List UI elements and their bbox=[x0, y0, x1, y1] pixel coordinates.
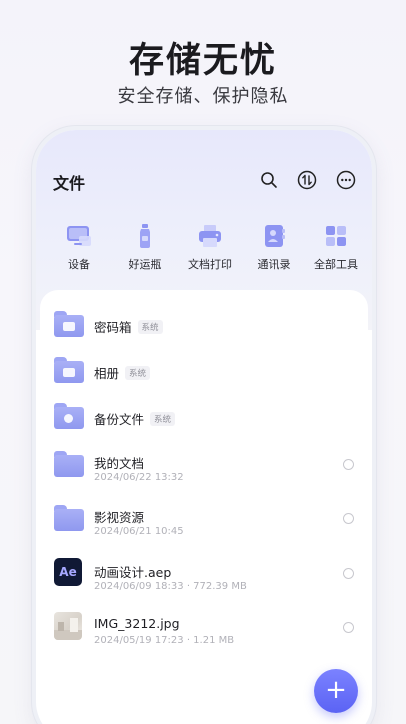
file-list: 密码箱 系统 相册 系统 备份文件 系统 我的文档 2024/06/22 13:32 … bbox=[40, 290, 368, 724]
tool-device[interactable]: 设备 bbox=[47, 222, 111, 272]
file-name: 密码箱 bbox=[94, 320, 132, 335]
tool-contacts[interactable]: 通讯录 bbox=[242, 222, 306, 272]
file-name: 动画设计.aep bbox=[94, 565, 172, 580]
file-name: 相册 bbox=[94, 366, 120, 381]
after-effects-file-icon: Ae bbox=[54, 558, 82, 586]
transfer-icon[interactable] bbox=[296, 169, 318, 191]
list-item[interactable]: 相册 系统 bbox=[54, 357, 354, 401]
list-item[interactable]: 备份文件 系统 bbox=[54, 403, 354, 447]
list-item[interactable]: 密码箱 系统 bbox=[54, 311, 354, 355]
folder-backup-icon bbox=[54, 403, 84, 429]
device-icon bbox=[65, 222, 93, 250]
contacts-icon bbox=[260, 222, 288, 250]
folder-icon bbox=[54, 505, 84, 531]
select-radio[interactable] bbox=[343, 622, 354, 633]
folder-photo-icon bbox=[54, 357, 84, 383]
file-meta: 2024/06/22 13:32 bbox=[94, 472, 184, 483]
tool-print[interactable]: 文档打印 bbox=[178, 222, 242, 272]
tool-label: 全部工具 bbox=[314, 258, 358, 271]
list-item[interactable]: 影视资源 2024/06/21 10:45 bbox=[54, 503, 354, 547]
tool-label: 通讯录 bbox=[257, 258, 291, 271]
select-radio[interactable] bbox=[343, 513, 354, 524]
system-badge: 系统 bbox=[150, 412, 176, 426]
select-radio[interactable] bbox=[343, 459, 354, 470]
system-badge: 系统 bbox=[125, 366, 151, 380]
select-radio[interactable] bbox=[343, 568, 354, 579]
tool-label: 文档打印 bbox=[188, 258, 232, 271]
printer-icon bbox=[196, 222, 224, 250]
bottle-icon bbox=[131, 222, 159, 250]
tool-label: 设备 bbox=[68, 258, 90, 271]
file-name: 影视资源 bbox=[94, 510, 145, 525]
add-button[interactable]: + bbox=[314, 669, 358, 713]
list-item[interactable]: Ae 动画设计.aep 2024/06/09 18:33 · 772.39 MB bbox=[54, 558, 354, 602]
more-icon[interactable] bbox=[335, 169, 357, 191]
hero-subtitle: 安全存储、保护隐私 bbox=[117, 86, 289, 107]
image-thumbnail-icon bbox=[54, 612, 82, 640]
search-icon[interactable] bbox=[258, 169, 280, 191]
tool-all[interactable]: 全部工具 bbox=[304, 222, 368, 272]
file-meta: 2024/06/09 18:33 · 772.39 MB bbox=[94, 581, 247, 592]
tools-row: 设备 好运瓶 文档打印 通讯录 全部工具 bbox=[36, 222, 372, 282]
file-meta: 2024/05/19 17:23 · 1.21 MB bbox=[94, 635, 235, 646]
tool-bottle[interactable]: 好运瓶 bbox=[113, 222, 177, 272]
list-item[interactable]: 我的文档 2024/06/22 13:32 bbox=[54, 449, 354, 493]
file-name: 我的文档 bbox=[94, 456, 145, 471]
file-meta: 2024/06/21 10:45 bbox=[94, 526, 184, 537]
system-badge: 系统 bbox=[137, 320, 163, 334]
hero-title: 存储无忧 bbox=[128, 41, 277, 81]
folder-icon bbox=[54, 451, 84, 477]
all-tools-icon bbox=[322, 222, 350, 250]
file-name: 备份文件 bbox=[94, 412, 145, 427]
folder-lock-icon bbox=[54, 311, 84, 337]
file-name: IMG_3212.jpg bbox=[94, 616, 180, 631]
page-title: 文件 bbox=[53, 174, 86, 193]
phone-frame: 文件 设备 好运瓶 文档打印 通讯录 全部工具 密码箱 系统 相册 系统 备份文… bbox=[32, 126, 376, 724]
tool-label: 好运瓶 bbox=[128, 258, 162, 271]
list-item[interactable]: IMG_3212.jpg 2024/05/19 17:23 · 1.21 MB bbox=[54, 612, 354, 656]
